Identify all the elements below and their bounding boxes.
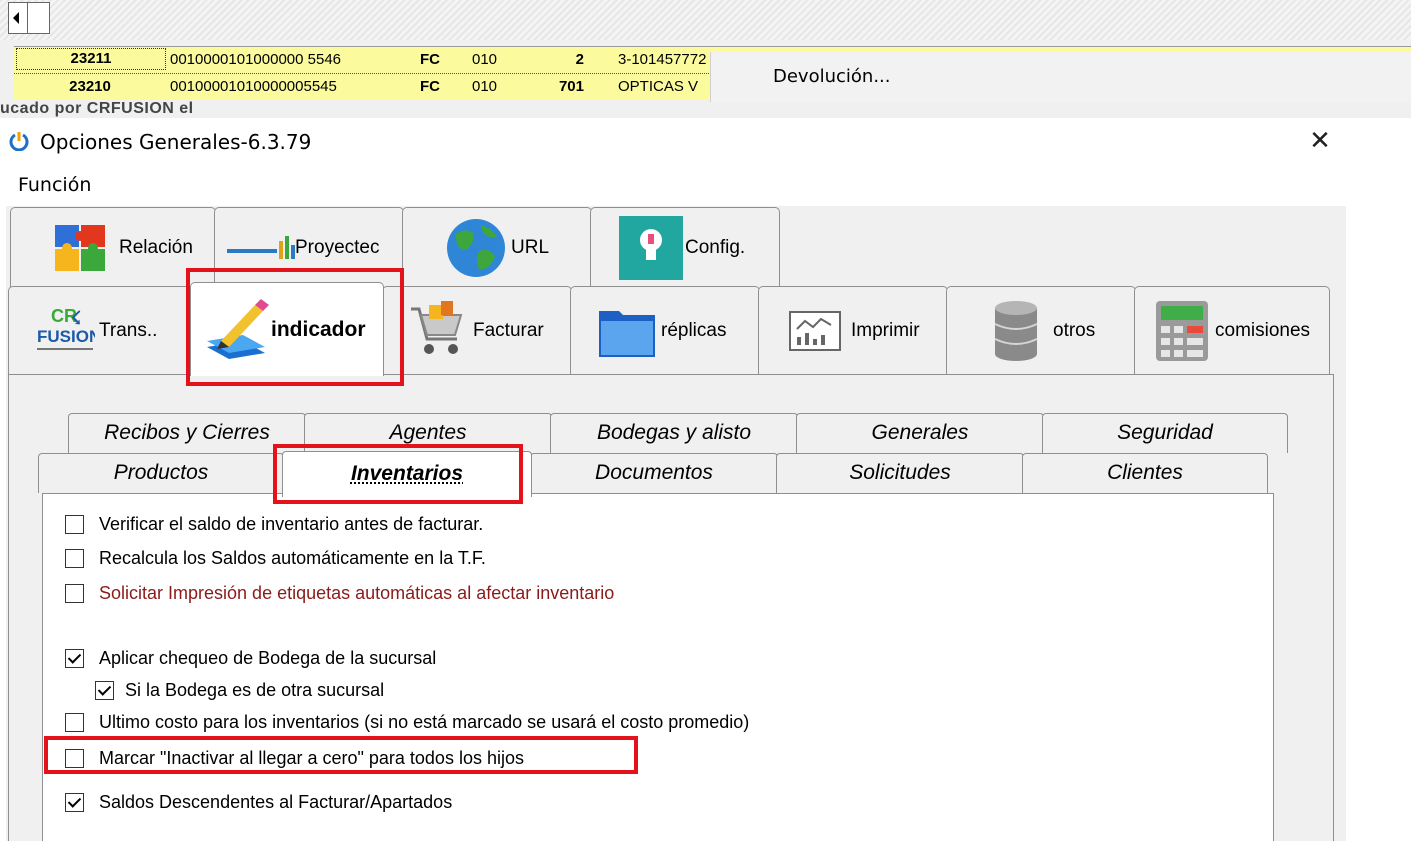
tab-label: indicador — [271, 317, 366, 341]
tab-solicitudes[interactable]: Solicitudes — [776, 453, 1024, 493]
puzzle-icon — [55, 224, 105, 271]
option-label: Si la Bodega es de otra sucursal — [125, 680, 385, 700]
option-label: Saldos Descendentes al Facturar/Apartado… — [99, 792, 453, 812]
checkbox[interactable] — [65, 549, 84, 568]
tab-label: Config. — [685, 236, 746, 258]
tab-agentes[interactable]: Agentes — [304, 413, 552, 453]
report-icon — [789, 310, 841, 351]
tab-config[interactable]: Config. — [590, 207, 780, 287]
title-bar: Opciones Generales-6.3.79 ✕ — [0, 118, 1346, 164]
grid-cell-qty: 701 — [558, 78, 584, 95]
checkbox[interactable] — [65, 584, 84, 603]
grid-cell-code: 010 — [472, 78, 498, 95]
tab-bodegas-y-alisto[interactable]: Bodegas y alisto — [550, 413, 798, 453]
crfusion-logo-icon: CR ☇ FUSION — [37, 306, 95, 350]
option-label: Solicitar Impresión de etiquetas automát… — [99, 583, 615, 603]
tab-replicas[interactable]: réplicas — [570, 286, 760, 374]
calculator-icon — [1156, 300, 1208, 361]
background-toolbar — [0, 0, 1411, 40]
checkbox[interactable] — [65, 793, 84, 812]
checkbox[interactable] — [65, 649, 84, 668]
tab-label: Facturar — [473, 319, 544, 341]
tab-label: Generales — [871, 421, 969, 444]
tab-label: Inventarios — [350, 462, 464, 485]
option-label: Ultimo costo para los inventarios (si no… — [99, 712, 750, 732]
background-window: 23211 0010000101000000 5546 FC 010 2 3-1… — [0, 0, 1411, 118]
context-menu: Devolución... — [710, 52, 1411, 102]
tab-facturar[interactable]: Facturar — [382, 286, 572, 374]
tab-imprimir[interactable]: Imprimir — [758, 286, 948, 374]
tab-url[interactable]: URL — [402, 207, 592, 287]
grid-cell-code: 010 — [472, 51, 498, 68]
tab-label: otros — [1053, 319, 1096, 341]
grid-cell-type: FC — [420, 78, 440, 95]
tab-indicador[interactable]: indicador — [190, 282, 384, 376]
tab-label: réplicas — [661, 319, 727, 341]
grid-cell-id: 23210 — [69, 78, 111, 95]
grid-cell-type: FC — [420, 51, 440, 68]
checkbox[interactable] — [65, 713, 84, 732]
lightbulb-icon — [619, 215, 683, 280]
tab-label: Recibos y Cierres — [104, 421, 270, 444]
menu-bar: Función — [0, 170, 1346, 200]
tab-label: comisiones — [1215, 319, 1311, 341]
scroll-left-button[interactable] — [8, 2, 50, 34]
tab-label: Clientes — [1107, 461, 1183, 484]
dialog-title: Opciones Generales-6.3.79 — [40, 130, 312, 154]
option-label: Recalcula los Saldos automáticamente en … — [99, 548, 486, 568]
tab-trans[interactable]: CR ☇ FUSION Trans.. — [8, 286, 192, 374]
checkbox[interactable] — [65, 515, 84, 534]
tab-label: Relación — [119, 236, 193, 258]
proyectec-logo-icon — [227, 235, 295, 259]
option-label: Aplicar chequeo de Bodega de la sucursal — [99, 648, 437, 668]
close-button[interactable]: ✕ — [1300, 124, 1340, 158]
grid-cell-client: 3-101457772 — [618, 51, 707, 68]
database-icon — [994, 300, 1038, 361]
tab-relacion[interactable]: Relación — [10, 207, 216, 287]
cart-icon — [411, 300, 463, 354]
inventarios-panel: Verificar el saldo de inventario antes d… — [42, 493, 1274, 841]
svg-text:☇: ☇ — [71, 308, 81, 328]
globe-icon — [447, 218, 505, 277]
tab-generales[interactable]: Generales — [796, 413, 1044, 453]
menu-item-funcion[interactable]: Función — [18, 174, 91, 196]
outer-tab-area: Relación Proyectec URL Config. CR ☇ FUSI… — [6, 206, 1346, 841]
tab-label: Proyectec — [295, 236, 380, 258]
tab-label: Bodegas y alisto — [596, 421, 752, 444]
tab-label: Productos — [113, 461, 209, 484]
svg-text:FUSION: FUSION — [37, 327, 95, 346]
background-caption: ucado por CRFUSION el — [0, 100, 194, 117]
tab-productos[interactable]: Productos — [38, 453, 284, 493]
power-icon — [9, 132, 29, 151]
tab-proyectec[interactable]: Proyectec — [214, 207, 404, 287]
tab-label: Documentos — [595, 461, 713, 484]
tab-label: Imprimir — [851, 319, 920, 341]
tab-label: Seguridad — [1117, 421, 1213, 444]
tab-label: Trans.. — [99, 319, 158, 341]
context-menu-item-devolucion[interactable]: Devolución... — [773, 66, 891, 87]
options-dialog: Opciones Generales-6.3.79 ✕ Función Rela… — [0, 118, 1346, 841]
tab-comisiones[interactable]: comisiones — [1134, 286, 1330, 374]
tab-otros[interactable]: otros — [946, 286, 1136, 374]
option-label: Marcar "Inactivar al llegar a cero" para… — [99, 748, 524, 768]
tab-inventarios[interactable]: Inventarios — [282, 451, 532, 497]
arrow-left-icon — [13, 12, 19, 24]
tab-clientes[interactable]: Clientes — [1022, 453, 1268, 493]
checkbox[interactable] — [65, 749, 84, 768]
grid-cell-id: 23211 — [16, 48, 166, 70]
tab-recibos-y-cierres[interactable]: Recibos y Cierres — [68, 413, 306, 453]
pencil-icon — [207, 298, 269, 359]
tab-label: Solicitudes — [849, 461, 951, 484]
option-label: Verificar el saldo de inventario antes d… — [99, 514, 484, 534]
tab-label: Agentes — [389, 421, 467, 444]
grid-cell-number: 0010000101000000 5546 — [170, 51, 342, 68]
checkbox[interactable] — [95, 681, 114, 700]
folder-icon — [599, 310, 655, 357]
tab-seguridad[interactable]: Seguridad — [1042, 413, 1288, 453]
grid-cell-qty: 2 — [575, 51, 584, 68]
grid-cell-client: OPTICAS V — [618, 78, 699, 95]
tab-label: URL — [511, 236, 550, 258]
tab-documentos[interactable]: Documentos — [530, 453, 778, 493]
grid-cell-number: 00100001010000005545 — [170, 78, 337, 95]
